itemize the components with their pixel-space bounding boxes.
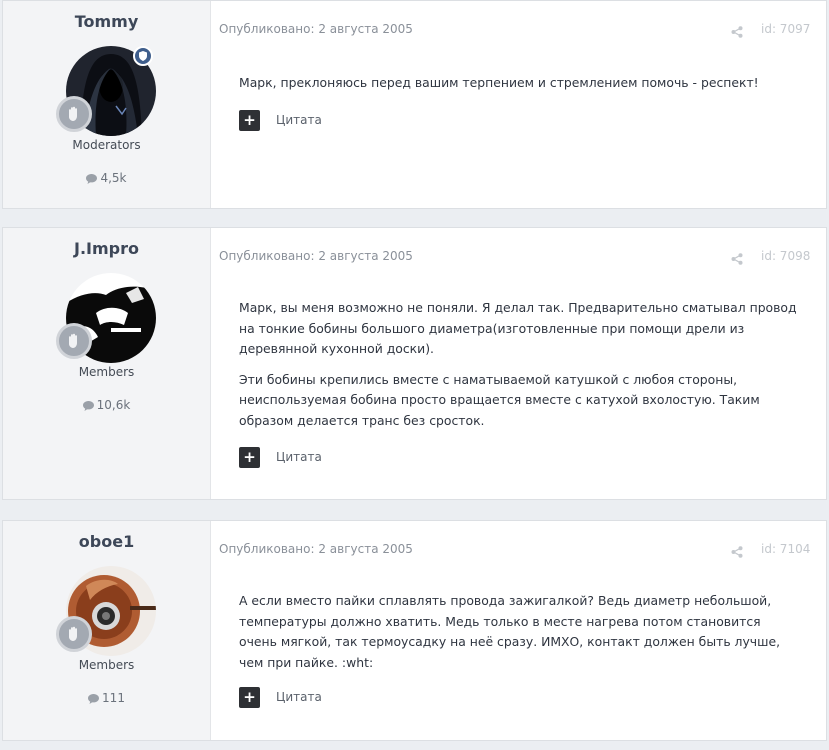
quote-button[interactable]: +	[239, 447, 260, 468]
quote-button[interactable]: +	[239, 687, 260, 708]
post: oboe1 Members 111 Опубликовано: 2 август…	[2, 520, 827, 741]
post-count: 4,5k	[3, 171, 210, 187]
post-id-link[interactable]: id: 7097	[761, 22, 810, 36]
hand-badge-icon	[56, 96, 92, 132]
hand-badge-icon	[56, 616, 92, 652]
quote-label[interactable]: Цитата	[276, 690, 322, 704]
post-count-value: 4,5k	[100, 171, 127, 185]
post: J.Impro Members 10,6k Опубликовано: 2 ав…	[2, 227, 827, 500]
share-icon[interactable]	[731, 543, 743, 562]
share-icon[interactable]	[731, 250, 743, 269]
post-date: Опубликовано: 2 августа 2005	[219, 542, 413, 556]
author-panel: Tommy Moderators 4,5k	[3, 1, 211, 208]
author-name[interactable]: Tommy	[3, 12, 210, 31]
shield-icon	[133, 46, 153, 66]
post-count: 111	[3, 691, 210, 707]
comment-bubble-icon	[86, 173, 98, 187]
quote-label[interactable]: Цитата	[276, 450, 322, 464]
post-count: 10,6k	[3, 398, 210, 414]
post-id-link[interactable]: id: 7104	[761, 542, 810, 556]
member-group: Members	[78, 365, 135, 379]
post-id-link[interactable]: id: 7098	[761, 249, 810, 263]
author-panel: oboe1 Members 111	[3, 521, 211, 740]
quote-label[interactable]: Цитата	[276, 113, 322, 127]
quote-button[interactable]: +	[239, 110, 260, 131]
author-panel: J.Impro Members 10,6k	[3, 228, 211, 499]
post-date: Опубликовано: 2 августа 2005	[219, 249, 413, 263]
post-date: Опубликовано: 2 августа 2005	[219, 22, 413, 36]
post-content: Марк, преклоняюсь перед вашим терпением …	[239, 73, 799, 104]
comment-bubble-icon	[82, 400, 94, 414]
post-paragraph: А если вместо пайки сплавлять провода за…	[239, 593, 781, 670]
post-count-value: 10,6k	[96, 398, 131, 412]
member-group: Members	[78, 658, 135, 672]
post-paragraph: Эти бобины крепились вместе с наматываем…	[239, 371, 760, 428]
post-paragraph: Марк, преклоняюсь перед вашим терпением …	[239, 75, 759, 90]
hand-badge-icon	[56, 323, 92, 359]
post-count-value: 111	[102, 691, 125, 705]
author-name[interactable]: J.Impro	[3, 239, 210, 258]
post-paragraph: Марк, вы меня возможно не поняли. Я дела…	[239, 300, 797, 356]
post: Tommy Moderators 4,5k Опубликовано: 2 ав…	[2, 0, 827, 209]
post-content: Марк, вы меня возможно не поняли. Я дела…	[239, 298, 799, 441]
comment-bubble-icon	[88, 693, 100, 707]
member-group: Moderators	[72, 138, 141, 152]
author-name[interactable]: oboe1	[3, 532, 210, 551]
post-content: А если вместо пайки сплавлять провода за…	[239, 591, 799, 683]
share-icon[interactable]	[731, 23, 743, 42]
